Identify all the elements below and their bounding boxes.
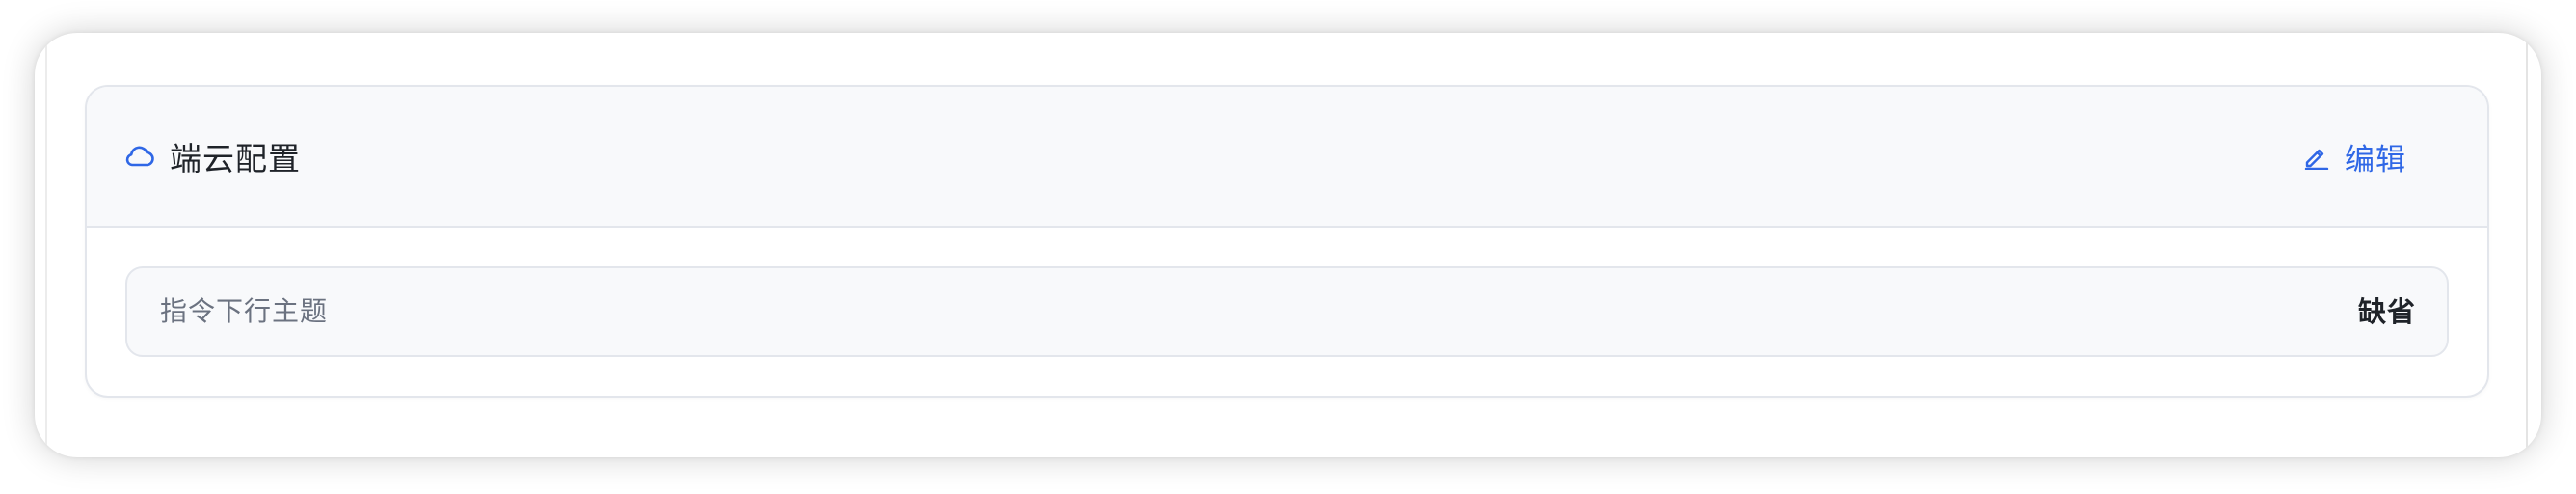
config-row-downlink-topic: 指令下行主题 缺省 [125, 266, 2449, 357]
edit-button[interactable]: 编辑 [2302, 135, 2406, 178]
edit-label: 编辑 [2345, 142, 2406, 178]
window-left-divider [45, 33, 47, 457]
section-title: 端云配置 [170, 140, 301, 178]
section-title-group: 端云配置 [123, 137, 301, 178]
pen-icon [2302, 143, 2329, 171]
card-header: 端云配置 编辑 [87, 87, 2487, 228]
window-scrollbar-track[interactable] [2526, 33, 2528, 457]
cloud-icon [123, 140, 156, 173]
config-row-value: 缺省 [2357, 295, 2416, 328]
config-row-label: 指令下行主题 [160, 295, 329, 327]
cloud-config-card: 端云配置 编辑 指令下行主题 缺省 [85, 85, 2489, 398]
window: 端云配置 编辑 指令下行主题 缺省 [35, 33, 2541, 457]
